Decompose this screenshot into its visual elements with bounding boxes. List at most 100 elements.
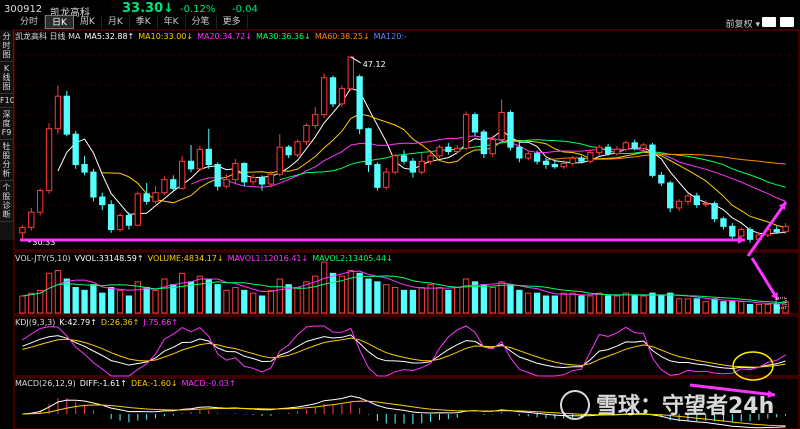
candle-body: [320, 77, 328, 116]
volume-bar: [551, 295, 559, 314]
candle-body: [720, 218, 727, 227]
candle-body: [462, 114, 470, 149]
ma-legend: 凯龙高科 日线 MA MA5:32.88↑ MA10:33.00↓ MA20:34.7…: [15, 31, 411, 42]
volume-bar: [338, 275, 346, 314]
volume-bar: [329, 272, 337, 314]
volume-bar: [480, 284, 488, 314]
volume-bar: [232, 287, 239, 314]
candle-body: [285, 146, 292, 156]
candle-body: [613, 148, 621, 155]
candle-body: [205, 148, 212, 166]
candle-body: [658, 174, 665, 184]
macd_legend-item: DEA:-1.60↓: [130, 379, 178, 388]
macd_legend-item: MACD:-0.03↑: [181, 379, 236, 388]
candle-body: [170, 179, 177, 189]
candle-body: [649, 144, 656, 176]
volume-bar: [125, 295, 133, 314]
candle-body: [338, 88, 346, 105]
volume-bar: [596, 292, 603, 314]
candle-body: [365, 128, 372, 166]
candle-body: [560, 162, 567, 168]
candle-body: [28, 211, 35, 228]
candle-body: [773, 229, 780, 233]
candle-body: [99, 196, 106, 206]
vol_legend-item: MAVOL1:12016.41↓: [227, 254, 309, 263]
candle-body: [258, 177, 266, 185]
candle-body: [409, 160, 417, 173]
volume-bar: [54, 270, 62, 314]
volume-bar: [525, 292, 532, 314]
candle-body: [400, 155, 408, 162]
candle-body: [383, 171, 390, 188]
volume-bar: [409, 289, 417, 314]
candle-body: [81, 164, 88, 173]
ma10-line: [102, 113, 786, 229]
candle-body: [356, 76, 363, 130]
volume-bar: [391, 287, 399, 314]
volume-bar: [374, 281, 381, 314]
candle-body: [427, 155, 434, 162]
candle-body: [684, 195, 692, 202]
candle-body: [241, 162, 248, 183]
volume-bar: [560, 292, 567, 314]
volume-bar: [161, 278, 168, 314]
volume-bar: [711, 298, 718, 314]
volume-bar: [303, 281, 310, 314]
candle-body: [693, 195, 700, 206]
volume-bar: [356, 272, 363, 314]
volume-bar: [604, 295, 612, 314]
annotation-arrow: [750, 257, 780, 301]
candle-body: [551, 164, 559, 168]
candle-body: [702, 203, 709, 206]
candle-body: [63, 95, 70, 135]
candle-body: [54, 95, 62, 130]
ma_legend-item: MA20:34.72↓: [197, 32, 252, 41]
volume-bar: [622, 292, 630, 314]
volume-bar: [294, 287, 301, 314]
volume-bar: [489, 287, 496, 314]
xueqiu-logo-icon: [560, 390, 590, 420]
candle-body: [738, 229, 745, 237]
candle-body: [347, 56, 354, 90]
volume-bar: [516, 289, 523, 314]
candle-body: [214, 164, 221, 187]
kdj-legend: KDJ(9,3,3) K:42.79↑ D:26.36↑ J:75.66↑: [15, 318, 182, 327]
candle-body: [631, 142, 638, 149]
volume-bar: [400, 289, 408, 314]
kdj-line: [22, 337, 786, 368]
ma_legend-item: 凯龙高科 日线 MA: [15, 32, 81, 41]
candle-body: [152, 192, 159, 202]
volume-bar: [658, 295, 665, 314]
candle-body: [72, 133, 79, 166]
candle-body: [267, 173, 275, 185]
volume-bar: [214, 284, 221, 314]
ma_legend-item: MA60:38.25↓: [314, 32, 370, 41]
volume-bar: [72, 287, 79, 314]
volume-bar: [738, 301, 745, 314]
candle-body: [675, 200, 683, 209]
candle-body: [454, 147, 461, 153]
candle-body: [108, 204, 115, 231]
volume-bar: [320, 261, 328, 314]
volume-bar: [533, 292, 541, 314]
volume-bar: [108, 287, 115, 314]
kdj_legend-item: KDJ(9,3,3): [15, 318, 56, 327]
volume-bar: [729, 301, 736, 314]
candle-body: [516, 146, 523, 159]
candle-body: [196, 148, 204, 170]
volume-bar: [99, 292, 106, 314]
volume-bar: [613, 295, 621, 314]
volume-bar: [764, 304, 771, 314]
volume-bar: [649, 292, 656, 314]
candle-body: [232, 162, 239, 181]
volume-bar: [249, 292, 257, 314]
candle-body: [480, 131, 488, 155]
vol_legend-item: VOLUME:4834.17↓: [147, 254, 224, 263]
volume-bar: [675, 298, 683, 314]
volume-bar: [258, 295, 266, 314]
candle-body: [90, 171, 97, 198]
candle-body: [729, 225, 736, 237]
volume-bar: [445, 289, 452, 314]
kline-chart[interactable]: 47.1230.33: [0, 0, 800, 429]
vol_legend-item: VOL-JTY(5,10): [15, 254, 71, 263]
